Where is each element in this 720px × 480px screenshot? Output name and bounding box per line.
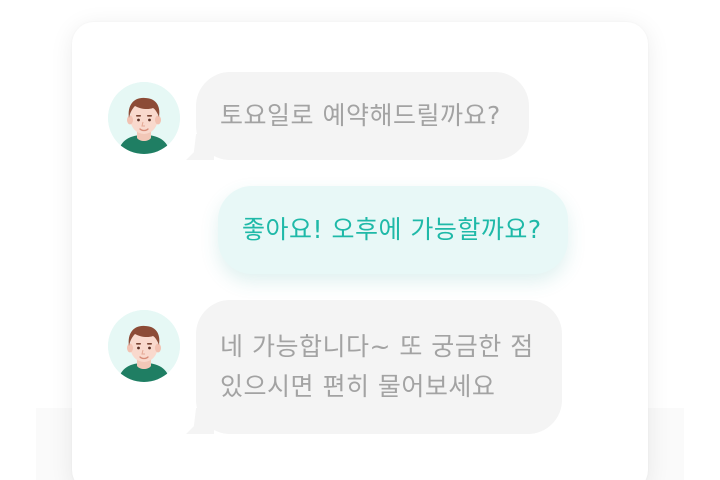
incoming-message-bubble: 토요일로 예약해드릴까요? — [186, 72, 529, 160]
incoming-message-bubble: 네 가능합니다~ 또 궁금한 점 있으시면 편히 물어보세요 — [186, 300, 562, 434]
agent-avatar-icon — [108, 82, 180, 154]
message-text: 토요일로 예약해드릴까요? — [220, 101, 501, 130]
message-text-line-2: 있으시면 편히 물어보세요 — [220, 372, 496, 401]
chat-illustration: 토요일로 예약해드릴까요? 좋아요! 오후에 가능할까요? 네 가능합니다~ 또… — [0, 0, 720, 480]
bubble-tail — [186, 134, 214, 160]
agent-avatar-icon — [108, 310, 180, 382]
message-text-line-1: 네 가능합니다~ 또 궁금한 점 — [220, 332, 534, 361]
bubble-tail — [186, 408, 214, 434]
chat-card: 토요일로 예약해드릴까요? 좋아요! 오후에 가능할까요? 네 가능합니다~ 또… — [72, 22, 648, 480]
outgoing-message-bubble: 좋아요! 오후에 가능할까요? — [218, 186, 568, 274]
message-text: 좋아요! 오후에 가능할까요? — [242, 215, 542, 244]
